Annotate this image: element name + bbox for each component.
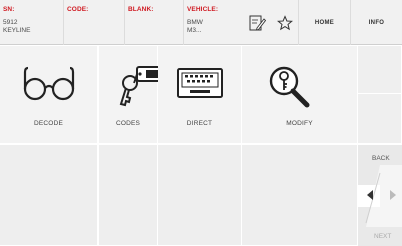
empty-tile xyxy=(358,46,402,94)
decode-label: DECODE xyxy=(33,120,63,127)
info-label: INFO xyxy=(368,19,385,26)
sn-subvalue: KEYLINE xyxy=(3,27,31,34)
direct-label: DIRECT xyxy=(186,120,213,127)
info-button[interactable]: INFO xyxy=(350,0,402,45)
home-button[interactable]: HOME xyxy=(298,0,350,45)
empty-tile xyxy=(99,145,158,246)
empty-tile xyxy=(242,145,358,246)
empty-tile xyxy=(0,145,98,246)
magnifier-key-icon xyxy=(269,66,310,108)
code-label: CODE: xyxy=(67,6,89,13)
next-button[interactable] xyxy=(386,187,400,203)
back-button[interactable] xyxy=(363,187,377,203)
keyboard-icon xyxy=(176,68,223,98)
home-label: HOME xyxy=(314,19,335,26)
favorite-button[interactable] xyxy=(272,0,298,45)
sn-value: 5912 xyxy=(3,19,18,26)
blank-field: BLANK: xyxy=(125,0,184,45)
star-icon xyxy=(277,14,293,30)
vehicle-model: M3... xyxy=(187,27,202,34)
sn-field: SN: 5912 KEYLINE xyxy=(0,0,64,45)
empty-tile xyxy=(358,94,402,144)
vehicle-field: VEHICLE: BMW M3... xyxy=(184,0,242,45)
modify-tile[interactable]: MODIFY xyxy=(242,46,358,144)
sn-label: SN: xyxy=(3,6,15,13)
vehicle-make: BMW xyxy=(187,19,203,26)
decode-tile[interactable]: DECODE xyxy=(0,46,98,144)
code-field: CODE: xyxy=(64,0,125,45)
page-navigation: BACK NEXT xyxy=(358,145,402,246)
status-header: SN: 5912 KEYLINE CODE: BLANK: VEHICLE: B… xyxy=(0,0,402,45)
vehicle-label: VEHICLE: xyxy=(187,6,219,13)
modify-label: MODIFY xyxy=(286,120,313,127)
direct-tile[interactable]: DIRECT xyxy=(158,46,242,144)
empty-tile xyxy=(158,145,242,246)
edit-button[interactable] xyxy=(242,0,272,45)
blank-label: BLANK: xyxy=(128,6,154,13)
codes-label: CODES xyxy=(115,120,141,127)
arrow-left-icon xyxy=(367,190,373,200)
next-label: NEXT xyxy=(374,233,392,240)
edit-icon xyxy=(249,15,266,31)
arrow-right-icon xyxy=(390,190,396,200)
codes-tile[interactable]: CODES xyxy=(99,46,162,144)
glasses-icon xyxy=(23,66,74,101)
back-label: BACK xyxy=(372,155,390,162)
